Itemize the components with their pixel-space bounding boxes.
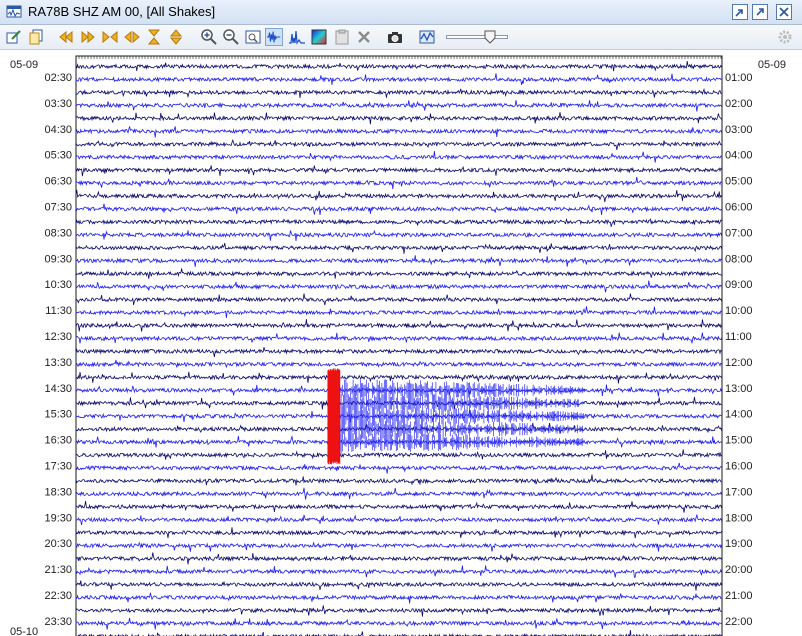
spectrum-icon[interactable] (288, 28, 306, 46)
edit-icon[interactable] (5, 28, 23, 46)
right-time-label: 07:00 (725, 227, 753, 239)
zoom-in-icon[interactable] (200, 28, 218, 46)
left-time-label: 16:30 (44, 435, 72, 447)
right-time-label: 03:00 (725, 124, 753, 136)
right-time-label: 22:00 (725, 616, 753, 628)
left-time-label: 13:30 (44, 357, 72, 369)
left-time-label: 06:30 (44, 176, 72, 188)
event-p-wave (327, 368, 341, 465)
left-time-label: 23:30 (44, 616, 72, 628)
close-icon (779, 7, 789, 17)
rewind-icon[interactable] (57, 28, 75, 46)
left-time-label: 05:30 (44, 150, 72, 162)
right-time-label: 16:00 (725, 461, 753, 473)
left-time-label: 14:30 (44, 383, 72, 395)
fast-forward-icon[interactable] (79, 28, 97, 46)
waveform-icon[interactable] (265, 28, 283, 46)
compress-vertical-icon[interactable] (145, 28, 163, 46)
left-time-label: 08:30 (44, 227, 72, 239)
left-time-label: 09:30 (44, 253, 72, 265)
left-time-label: 02:30 (44, 72, 72, 84)
expand-horizontal-icon[interactable] (123, 28, 141, 46)
zoom-slider-track[interactable] (446, 35, 508, 39)
left-time-label: 15:30 (44, 409, 72, 421)
left-time-label: 11:30 (45, 305, 72, 317)
filter-icon[interactable] (418, 28, 436, 46)
right-time-label: 20:00 (725, 564, 753, 576)
close-button[interactable] (776, 4, 792, 20)
settings-icon[interactable] (776, 28, 794, 46)
left-time-label: 22:30 (44, 590, 72, 602)
title-bar: RA78B SHZ AM 00, [All Shakes] (0, 0, 802, 25)
right-time-label: 12:00 (725, 357, 753, 369)
fit-icon[interactable] (244, 28, 262, 46)
right-time-label: 18:00 (725, 512, 753, 524)
left-time-label: 10:30 (44, 279, 72, 291)
right-time-label: 17:00 (725, 486, 753, 498)
restore-button[interactable] (732, 4, 748, 20)
left-time-label: 12:30 (44, 331, 72, 343)
compress-horizontal-icon[interactable] (101, 28, 119, 46)
right-time-label: 09:00 (725, 279, 753, 291)
left-time-label: 03:30 (44, 98, 72, 110)
left-time-label: 18:30 (44, 486, 72, 498)
spectrogram-icon[interactable] (310, 28, 328, 46)
right-time-label: 10:00 (725, 305, 753, 317)
right-time-label: 19:00 (725, 538, 753, 550)
helicorder-plot[interactable]: 05-09 05-09 05-10 02:30 03:30 04:30 05:30 06:30… (0, 50, 802, 636)
right-time-label: 14:00 (725, 409, 753, 421)
right-time-label: 01:00 (725, 72, 753, 84)
date-top-left: 05-09 (10, 59, 38, 71)
zoom-slider-thumb[interactable] (484, 30, 496, 44)
restore-icon (735, 9, 743, 17)
right-time-label: 05:00 (725, 176, 753, 188)
right-time-label: 15:00 (725, 435, 753, 447)
right-time-label: 13:00 (725, 383, 753, 395)
left-time-label: 07:30 (44, 202, 72, 214)
right-time-label: 04:00 (725, 150, 753, 162)
app-icon (6, 5, 22, 18)
right-time-label: 06:00 (725, 202, 753, 214)
right-time-label: 21:00 (725, 590, 753, 602)
date-bottom-left: 05-10 (10, 626, 38, 636)
clipboard-icon[interactable] (333, 28, 351, 46)
left-time-label: 17:30 (44, 461, 72, 473)
maximize-icon (756, 8, 764, 16)
copy-icon[interactable] (27, 28, 45, 46)
left-time-label: 20:30 (44, 538, 72, 550)
right-time-label: 11:00 (725, 331, 752, 343)
maximize-button[interactable] (752, 4, 768, 20)
delete-icon[interactable] (355, 28, 373, 46)
camera-icon[interactable] (386, 28, 404, 46)
window-title: RA78B SHZ AM 00, [All Shakes] (28, 4, 216, 19)
right-time-label: 02:00 (725, 98, 753, 110)
zoom-out-icon[interactable] (222, 28, 240, 46)
toolbar (0, 25, 802, 50)
left-time-label: 19:30 (44, 512, 72, 524)
left-time-label: 04:30 (44, 124, 72, 136)
left-time-label: 21:30 (44, 564, 72, 576)
right-time-label: 08:00 (725, 253, 753, 265)
date-top-right: 05-09 (758, 59, 786, 71)
expand-vertical-icon[interactable] (167, 28, 185, 46)
